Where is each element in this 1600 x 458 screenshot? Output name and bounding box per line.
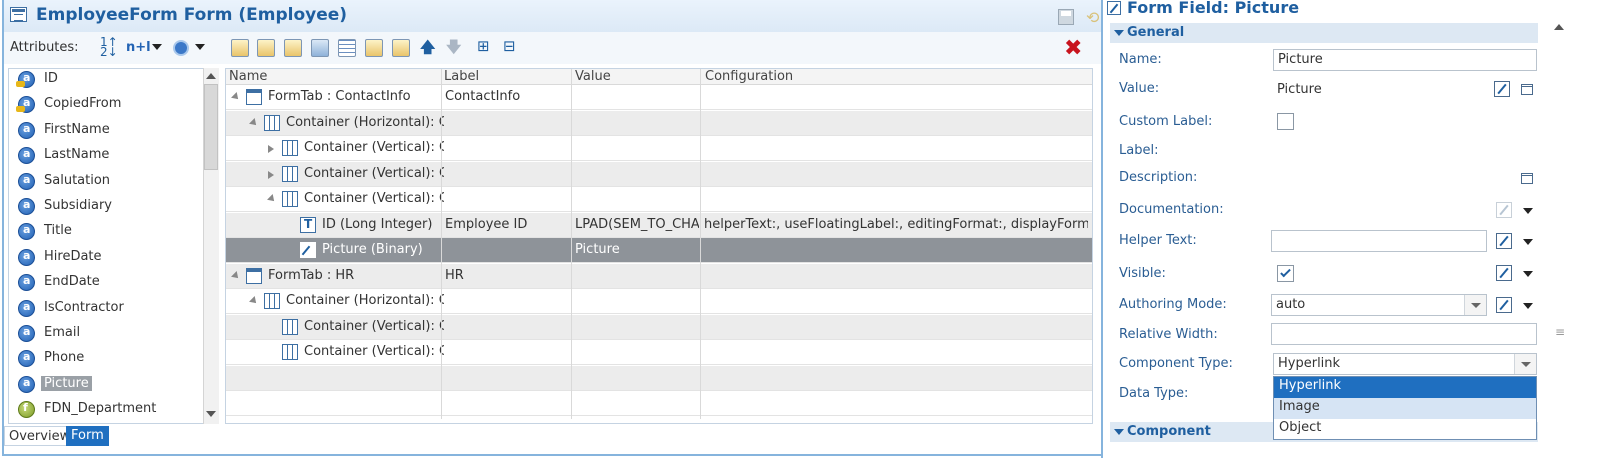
chevron-down-icon[interactable] <box>1523 208 1533 214</box>
relative-width-input[interactable] <box>1271 323 1537 345</box>
select-dropdown-button[interactable] <box>1464 295 1486 315</box>
section-component-label: Component <box>1127 424 1211 439</box>
chevron-down-icon <box>1114 429 1124 435</box>
value-text: Picture <box>1277 82 1322 97</box>
chevron-down-icon[interactable] <box>1523 303 1533 309</box>
form-field-icon <box>1107 1 1121 15</box>
properties-scrollbar[interactable] <box>1550 0 1568 458</box>
chevron-down-icon[interactable] <box>1523 239 1533 245</box>
dropdown-option-hyperlink[interactable]: Hyperlink <box>1274 377 1536 398</box>
checkmark-icon <box>1280 266 1291 278</box>
open-dialog-icon[interactable] <box>1521 173 1533 184</box>
component-type-select[interactable]: Hyperlink <box>1273 353 1537 375</box>
scroll-up-icon[interactable] <box>1554 24 1564 30</box>
open-dialog-icon[interactable] <box>1521 84 1533 95</box>
edit-icon[interactable] <box>1496 265 1512 281</box>
label-label: Label: <box>1119 143 1159 158</box>
component-type-value: Hyperlink <box>1278 356 1341 371</box>
visible-checkbox[interactable] <box>1277 265 1294 282</box>
authoring-mode-label: Authoring Mode: <box>1119 297 1227 312</box>
description-label: Description: <box>1119 170 1198 185</box>
dropdown-option-image[interactable]: Image <box>1274 398 1536 419</box>
custom-label-checkbox[interactable] <box>1277 113 1294 130</box>
properties-title: Form Field: Picture <box>1127 0 1300 17</box>
documentation-label: Documentation: <box>1119 202 1224 217</box>
section-general-label: General <box>1127 25 1185 40</box>
scrollbar-grip-icon[interactable]: ≡ <box>1555 325 1565 339</box>
editor-frame <box>2 0 1116 456</box>
helper-text-label: Helper Text: <box>1119 233 1197 248</box>
edit-icon[interactable] <box>1496 297 1512 313</box>
component-type-label: Component Type: <box>1119 356 1233 371</box>
select-dropdown-button[interactable] <box>1514 354 1536 374</box>
helper-text-input[interactable] <box>1271 230 1487 252</box>
custom-label-label: Custom Label: <box>1119 114 1213 129</box>
edit-icon[interactable] <box>1494 81 1510 97</box>
edit-icon[interactable] <box>1496 202 1512 218</box>
name-input[interactable]: Picture <box>1273 49 1537 71</box>
relative-width-label: Relative Width: <box>1119 327 1218 342</box>
chevron-down-icon[interactable] <box>1523 271 1533 277</box>
authoring-mode-value: auto <box>1276 297 1306 312</box>
edit-icon[interactable] <box>1496 233 1512 249</box>
authoring-mode-select[interactable]: auto <box>1271 294 1487 316</box>
data-type-label: Data Type: <box>1119 386 1189 401</box>
name-label: Name: <box>1119 52 1162 67</box>
dropdown-option-object[interactable]: Object <box>1274 419 1536 440</box>
chevron-down-icon <box>1114 30 1124 36</box>
visible-label: Visible: <box>1119 266 1166 281</box>
section-general-header[interactable]: General <box>1110 23 1538 43</box>
value-label: Value: <box>1119 81 1160 96</box>
component-type-dropdown-list: Hyperlink Image Object <box>1273 376 1537 440</box>
